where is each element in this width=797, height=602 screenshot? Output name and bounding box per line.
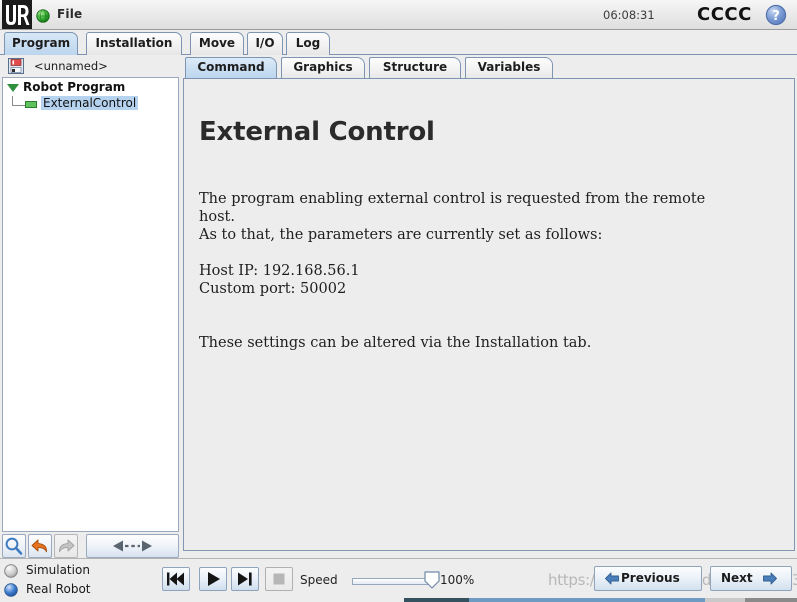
speed-slider-thumb[interactable] [424, 571, 440, 589]
brand-text: CCCC [697, 4, 752, 25]
tree-node-external-control[interactable]: ExternalControl [3, 96, 178, 112]
real-robot-radio[interactable] [4, 582, 18, 597]
stop-button [265, 567, 293, 591]
file-name-label: <unnamed> [34, 59, 108, 73]
redo-button [54, 534, 78, 558]
save-icon[interactable] [8, 58, 24, 74]
taskbar-seg-right [745, 598, 797, 602]
triangle-down-icon[interactable] [7, 84, 19, 92]
host-ip-value: Host IP: 192.168.56.1 [199, 263, 360, 279]
taskbar-seg-tray [705, 598, 745, 602]
tab-command[interactable]: Command [185, 57, 277, 78]
speed-label: Speed [300, 573, 338, 587]
real-robot-label[interactable]: Real Robot [26, 582, 91, 596]
tree-elbow-connector [12, 96, 25, 106]
command-panel-region: Command Graphics Structure Variables Ext… [183, 56, 797, 558]
description-line-1: The program enabling external control is… [199, 191, 706, 207]
main-tab-bar: Program Installation Move I/O Log [0, 30, 797, 55]
page-title: External Control [199, 117, 435, 147]
content-tab-bar: Command Graphics Structure Variables [183, 56, 797, 78]
zoom-button[interactable] [2, 534, 26, 558]
ur-teach-pendant-window: File 06:08:31 CCCC ? Program Installatio… [0, 0, 797, 602]
parameters-block: Host IP: 192.168.56.1 Custom port: 50002 [199, 262, 360, 298]
help-icon[interactable]: ? [765, 4, 787, 26]
program-tree-panel: <unnamed> Robot Program ExternalControl [0, 56, 181, 558]
speed-value: 100% [440, 573, 475, 587]
taskbar-strip [0, 598, 797, 602]
menu-file[interactable]: File [57, 7, 82, 21]
step-forward-button[interactable] [231, 567, 259, 591]
tab-structure[interactable]: Structure [369, 57, 461, 78]
taskbar-seg-left [0, 598, 404, 602]
custom-port-value: Custom port: 50002 [199, 281, 347, 297]
tab-log[interactable]: Log [286, 32, 330, 55]
tree-toolbar [2, 534, 179, 558]
tree-node-robot-program[interactable]: Robot Program [3, 80, 178, 96]
play-button[interactable] [199, 567, 227, 591]
node-square-icon [25, 101, 37, 108]
svg-text:?: ? [772, 9, 780, 24]
command-content: External Control The program enabling ex… [183, 78, 795, 551]
arrow-right-icon [762, 571, 778, 590]
taskbar-seg-active [404, 598, 469, 602]
globe-icon [36, 8, 50, 23]
taskbar-seg-mid [469, 598, 705, 602]
description-paragraph: The program enabling external control is… [199, 190, 759, 244]
tab-move[interactable]: Move [190, 32, 244, 55]
description-line-2: host. [199, 209, 235, 225]
description-line-3: As to that, the parameters are currently… [199, 227, 603, 243]
move-node-button[interactable] [86, 534, 179, 558]
simulation-radio[interactable] [4, 563, 18, 578]
rewind-button[interactable] [162, 567, 190, 591]
tab-installation[interactable]: Installation [86, 32, 182, 55]
arrow-left-icon [604, 571, 620, 590]
next-button[interactable]: Next [710, 566, 792, 591]
undo-button[interactable] [28, 534, 52, 558]
tree-root-label: Robot Program [23, 80, 126, 94]
tab-graphics[interactable]: Graphics [281, 57, 365, 78]
program-tree[interactable]: Robot Program ExternalControl [2, 77, 179, 532]
title-bar: File 06:08:31 CCCC ? [0, 0, 797, 30]
footer-note: These settings can be altered via the In… [199, 335, 592, 351]
speed-slider-track[interactable] [352, 578, 432, 585]
tab-variables[interactable]: Variables [465, 57, 553, 78]
ur-logo-icon [2, 0, 32, 29]
clock: 06:08:31 [603, 8, 655, 22]
tree-child-label: ExternalControl [41, 96, 139, 110]
tab-io[interactable]: I/O [247, 32, 283, 55]
simulation-label[interactable]: Simulation [26, 563, 90, 577]
file-row: <unnamed> [2, 56, 179, 76]
tab-program[interactable]: Program [4, 32, 78, 55]
